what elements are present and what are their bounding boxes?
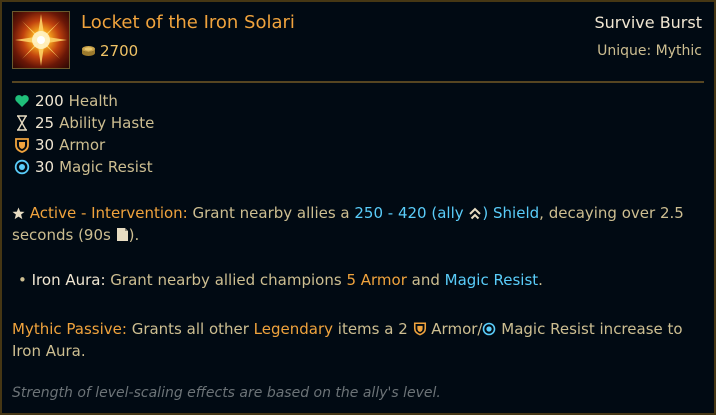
aura-name: Iron Aura: <box>31 271 106 289</box>
item-cost-value: 2700 <box>100 42 139 60</box>
active-description: Active - Intervention: Grant nearby alli… <box>12 202 702 246</box>
item-cost: 2700 <box>81 42 138 60</box>
stat-value: 30 <box>35 136 55 154</box>
stats-list: 200 Health 25 Ability Haste 30 Armor 30 … <box>14 90 154 178</box>
star-icon <box>12 207 25 220</box>
header-divider <box>12 81 704 83</box>
aura-armor: 5 Armor <box>346 271 407 289</box>
mythic-magic-resist: Magic Resist increase to <box>496 320 683 338</box>
stat-value: 200 <box>35 92 64 110</box>
stat-label: Health <box>68 92 118 110</box>
active-line-2-end: ). <box>128 226 140 244</box>
shield-label: Shield <box>488 204 540 222</box>
magic-resist-icon <box>483 322 496 336</box>
aura-end: . <box>538 271 543 289</box>
mythic-legendary: Legendary <box>253 320 334 338</box>
hourglass-icon <box>14 115 30 131</box>
shield-icon <box>14 137 30 153</box>
item-name: Locket of the Iron Solari <box>81 12 295 33</box>
item-category: Survive Burst <box>594 13 703 32</box>
mythic-armor: Armor/ <box>426 320 483 338</box>
mythic-title: Mythic Passive: <box>12 320 127 338</box>
aura-description: • Iron Aura: Grant nearby allied champio… <box>12 269 702 291</box>
item-tooltip: Locket of the Iron Solari 2700 Survive B… <box>0 0 716 415</box>
footnote: Strength of level-scaling effects are ba… <box>12 385 441 401</box>
mythic-text: Grants all other <box>126 320 254 338</box>
aura-text: Grant nearby allied champions <box>105 271 347 289</box>
stat-armor: 30 Armor <box>14 134 154 156</box>
tooltip-header: Locket of the Iron Solari 2700 Survive B… <box>12 11 706 73</box>
heart-icon <box>14 93 30 109</box>
mythic-line-2: Iron Aura. <box>12 342 86 360</box>
aura-bullet: • <box>18 271 32 289</box>
stat-ability-haste: 25 Ability Haste <box>14 112 154 134</box>
armor-icon <box>413 322 426 336</box>
stat-label: Magic Resist <box>59 158 153 176</box>
ally-chevron-icon <box>469 207 482 220</box>
locket-item-icon <box>12 11 70 69</box>
stat-value: 30 <box>35 158 55 176</box>
active-title: Active - Intervention: <box>29 204 188 222</box>
active-text: Grant nearby allies a <box>187 204 355 222</box>
gold-coin-icon <box>82 46 95 56</box>
magic-resist-icon <box>14 159 30 175</box>
active-line-2: seconds (90s <box>12 226 116 244</box>
item-rarity: Unique: Mythic <box>597 43 702 59</box>
mythic-text-2: items a 2 <box>333 320 413 338</box>
mythic-description: Mythic Passive: Grants all other Legenda… <box>12 318 702 362</box>
cooldown-icon <box>116 228 128 241</box>
stat-value: 25 <box>35 114 55 132</box>
shield-amount: 250 - 420 (ally <box>354 204 469 222</box>
aura-magic-resist: Magic Resist <box>444 271 539 289</box>
stat-magic-resist: 30 Magic Resist <box>14 156 154 178</box>
active-text-2: , decaying over 2.5 <box>539 204 684 222</box>
stat-label: Armor <box>59 136 106 154</box>
aura-and: and <box>406 271 445 289</box>
stat-label: Ability Haste <box>59 114 155 132</box>
stat-health: 200 Health <box>14 90 154 112</box>
